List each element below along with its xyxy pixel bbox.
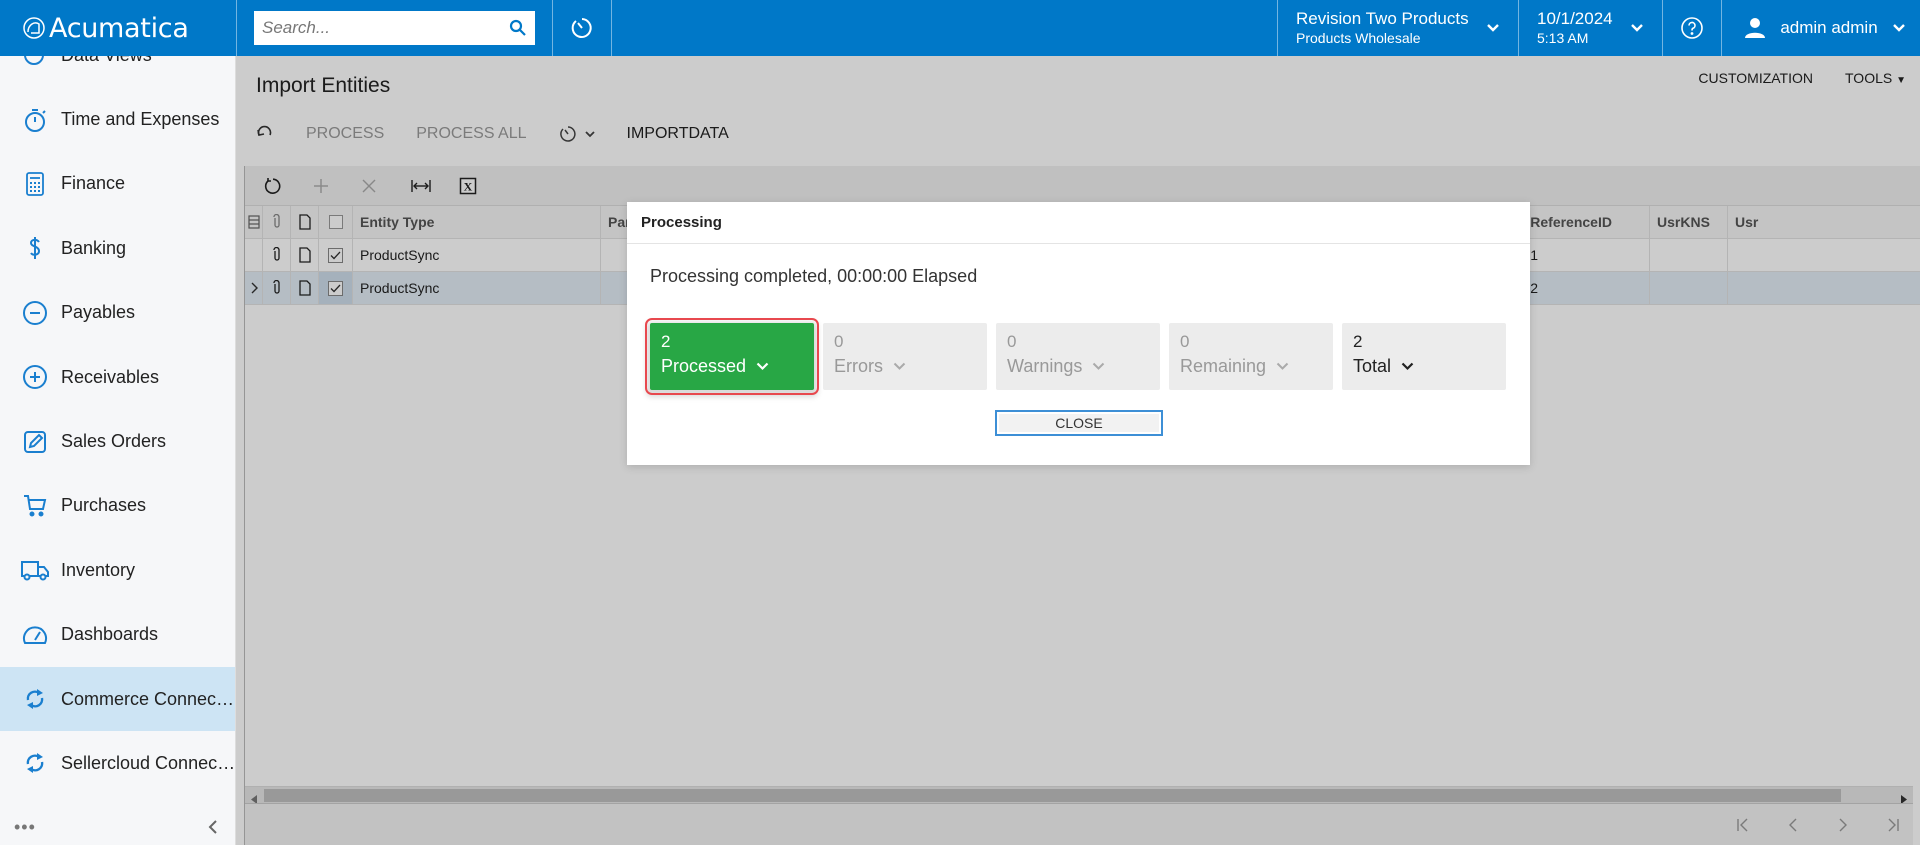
help-icon <box>1681 17 1703 39</box>
stat-remaining[interactable]: 0 Remaining <box>1169 323 1333 390</box>
search-icon[interactable] <box>509 19 527 37</box>
chevron-down-icon <box>1487 24 1499 32</box>
sidebar-item-commerce-connector[interactable]: Commerce Connec… <box>0 666 235 732</box>
sidebar-item-inventory[interactable]: Inventory <box>0 538 235 602</box>
processing-dialog: Processing Processing completed, 00:00:0… <box>627 202 1530 465</box>
sidebar-item-finance[interactable]: Finance <box>0 152 235 216</box>
sidebar-item-time-and-expenses[interactable]: Time and Expenses <box>0 87 235 151</box>
sidebar-item-receivables[interactable]: Receivables <box>0 345 235 409</box>
company-name: Revision Two Products <box>1296 9 1469 28</box>
errors-count: 0 <box>834 332 844 351</box>
company-selector[interactable]: Revision Two Products Products Wholesale <box>1277 0 1518 56</box>
stopwatch-icon <box>20 105 50 135</box>
chevron-down-icon <box>1401 362 1414 370</box>
chevron-down-icon <box>1893 24 1905 32</box>
sync-icon <box>20 748 50 778</box>
sidebar-footer: ••• <box>0 809 235 845</box>
sidebar-item-payables[interactable]: Payables <box>0 281 235 345</box>
sidebar-menu: Data Views Time and Expenses Finance Ban… <box>0 56 235 796</box>
close-button[interactable]: CLOSE <box>995 410 1163 436</box>
business-date: 10/1/2024 <box>1537 9 1613 28</box>
minus-circle-icon <box>20 298 50 328</box>
stat-warnings[interactable]: 0 Warnings <box>996 323 1160 390</box>
user-name: admin admin <box>1780 18 1878 37</box>
total-label: Total <box>1353 356 1392 376</box>
acumatica-logo-icon <box>23 17 45 39</box>
warnings-count: 0 <box>1007 332 1017 351</box>
remaining-count: 0 <box>1180 332 1190 351</box>
processing-stats: 2 Processed 0 Errors 0 Warnings 0 Remain… <box>645 318 1506 395</box>
sidebar-item-dashboards[interactable]: Dashboards <box>0 603 235 667</box>
errors-label: Errors <box>834 356 883 376</box>
stat-errors[interactable]: 0 Errors <box>823 323 987 390</box>
user-menu[interactable]: admin admin <box>1721 0 1920 56</box>
history-clock-icon <box>571 18 592 38</box>
stat-processed[interactable]: 2 Processed <box>645 318 819 395</box>
sidebar-item-sales-orders[interactable]: Sales Orders <box>0 409 235 473</box>
search-area <box>236 0 552 56</box>
processed-count: 2 <box>661 332 671 351</box>
chevron-down-icon <box>756 362 769 370</box>
total-count: 2 <box>1353 332 1363 351</box>
business-time: 5:13 AM <box>1537 30 1589 46</box>
sidebar: Data Views Time and Expenses Finance Ban… <box>0 56 236 845</box>
cart-icon <box>20 491 50 521</box>
data-views-icon <box>20 56 50 70</box>
chevron-down-icon <box>1276 362 1289 370</box>
processed-label: Processed <box>661 356 747 376</box>
logo-text: Acumatica <box>49 12 189 44</box>
stat-total[interactable]: 2 Total <box>1342 323 1506 390</box>
dialog-title: Processing <box>627 202 1530 244</box>
dollar-icon <box>20 233 50 263</box>
user-avatar-icon <box>1745 18 1765 38</box>
help-button[interactable] <box>1662 0 1721 56</box>
recent-history-button[interactable] <box>552 0 612 56</box>
sidebar-item-banking[interactable]: Banking <box>0 216 235 280</box>
chevron-down-icon <box>1631 24 1643 32</box>
search-input[interactable] <box>262 18 509 38</box>
gauge-icon <box>20 620 50 650</box>
warnings-label: Warnings <box>1007 356 1083 376</box>
top-bar: Acumatica Revision Two Products Products… <box>0 0 1920 56</box>
company-branch: Products Wholesale <box>1296 30 1421 46</box>
business-date-selector[interactable]: 10/1/2024 5:13 AM <box>1518 0 1662 56</box>
sync-icon <box>20 684 50 714</box>
pencil-square-icon <box>20 427 50 457</box>
chevron-down-icon <box>893 362 906 370</box>
processing-status-message: Processing completed, 00:00:00 Elapsed <box>650 266 978 286</box>
calculator-icon <box>20 169 50 199</box>
chevron-down-icon <box>1093 362 1105 370</box>
truck-icon <box>20 555 50 585</box>
remaining-label: Remaining <box>1180 356 1267 376</box>
acumatica-logo[interactable]: Acumatica <box>0 0 236 56</box>
search-box[interactable] <box>254 11 535 45</box>
sidebar-item-sellercloud-connector[interactable]: Sellercloud Connec… <box>0 731 235 795</box>
sidebar-item-data-views[interactable]: Data Views <box>0 56 235 87</box>
more-icon[interactable]: ••• <box>14 817 36 838</box>
collapse-sidebar-icon[interactable] <box>208 819 218 835</box>
sidebar-item-purchases[interactable]: Purchases <box>0 474 235 538</box>
plus-circle-icon <box>20 362 50 392</box>
